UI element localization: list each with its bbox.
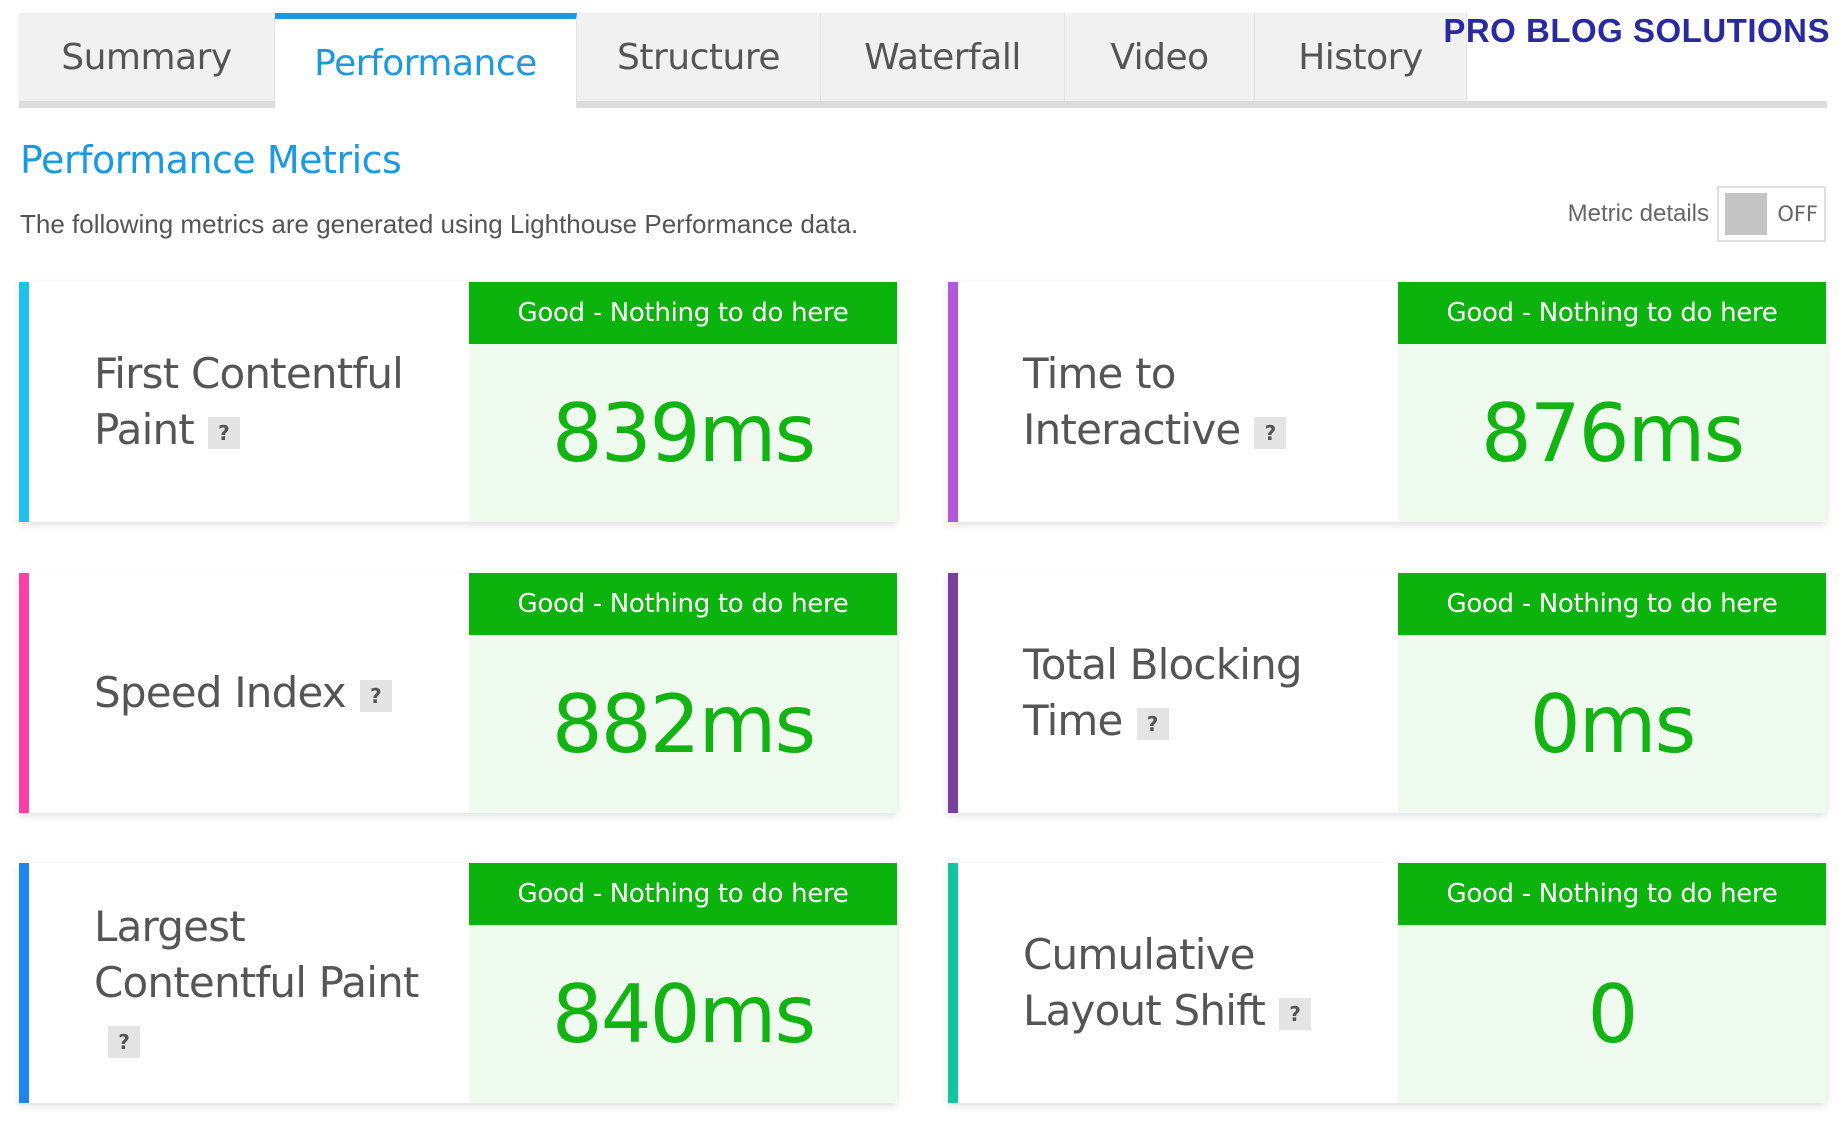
tab-history[interactable]: History: [1255, 13, 1467, 101]
toggle-knob: [1725, 193, 1768, 235]
metric-card-tbt: Total Blocking Time? Good - Nothing to d…: [948, 573, 1826, 813]
help-icon[interactable]: ?: [207, 416, 240, 449]
card-stripe: [19, 863, 29, 1103]
metric-label: Largest Contentful Paint: [94, 902, 419, 1007]
tab-structure[interactable]: Structure: [577, 13, 821, 101]
card-stripe: [948, 282, 958, 522]
metric-details-label: Metric details: [1567, 200, 1709, 227]
card-stripe: [948, 863, 958, 1103]
status-badge: Good - Nothing to do here: [469, 573, 897, 635]
metric-value: 0ms: [1529, 677, 1697, 771]
status-badge: Good - Nothing to do here: [1398, 282, 1826, 344]
status-badge: Good - Nothing to do here: [469, 282, 897, 344]
tab-video[interactable]: Video: [1065, 13, 1255, 101]
metric-label: Cumulative Layout Shift: [1023, 930, 1266, 1035]
help-icon[interactable]: ?: [359, 679, 392, 712]
help-icon[interactable]: ?: [1136, 707, 1169, 740]
status-badge: Good - Nothing to do here: [469, 863, 897, 925]
help-icon[interactable]: ?: [108, 1025, 140, 1058]
toggle-state-label: OFF: [1777, 202, 1818, 226]
help-icon[interactable]: ?: [1254, 416, 1287, 449]
metric-value: 876ms: [1480, 386, 1745, 480]
metric-value: 840ms: [551, 967, 816, 1061]
card-stripe: [948, 573, 958, 813]
metric-card-fcp: First Contentful Paint? Good - Nothing t…: [19, 282, 897, 522]
brand-watermark: PRO BLOG SOLUTIONS: [1443, 12, 1830, 49]
tab-waterfall[interactable]: Waterfall: [821, 13, 1065, 101]
page-title: Performance Metrics: [20, 138, 402, 182]
metric-label: First Contentful Paint: [94, 349, 404, 454]
metric-value: 839ms: [551, 386, 816, 480]
tab-summary[interactable]: Summary: [19, 13, 275, 101]
metric-label: Time to Interactive: [1023, 349, 1241, 454]
metric-card-cls: Cumulative Layout Shift? Good - Nothing …: [948, 863, 1826, 1103]
metric-card-lcp: Largest Contentful Paint? Good - Nothing…: [19, 863, 897, 1103]
metric-label: Speed Index: [94, 668, 347, 717]
status-badge: Good - Nothing to do here: [1398, 863, 1826, 925]
metric-value: 0: [1587, 967, 1639, 1061]
metric-card-tti: Time to Interactive? Good - Nothing to d…: [948, 282, 1826, 522]
page-description: The following metrics are generated usin…: [20, 209, 859, 239]
metric-card-si: Speed Index? Good - Nothing to do here 8…: [19, 573, 897, 813]
metric-value: 882ms: [551, 677, 816, 771]
card-stripe: [19, 573, 29, 813]
card-stripe: [19, 282, 29, 522]
help-icon[interactable]: ?: [1279, 997, 1311, 1030]
tab-performance[interactable]: Performance: [275, 13, 577, 108]
status-badge: Good - Nothing to do here: [1398, 573, 1826, 635]
metric-details-control: Metric details OFF: [1568, 186, 1826, 242]
metric-details-toggle[interactable]: OFF: [1717, 186, 1826, 242]
